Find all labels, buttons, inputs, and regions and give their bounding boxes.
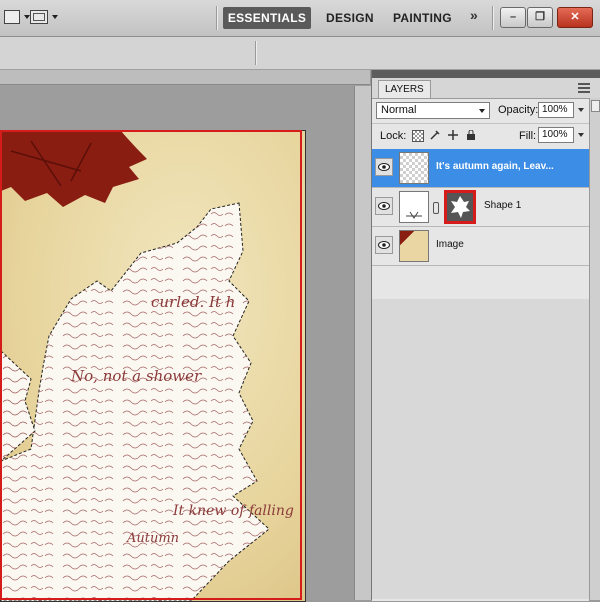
layer-row-image[interactable]: Image xyxy=(372,227,589,266)
panel-menu-icon[interactable] xyxy=(578,83,590,93)
tab-layers[interactable]: LAYERS xyxy=(378,80,431,99)
options-bar xyxy=(0,37,600,70)
lock-all-icon[interactable] xyxy=(466,129,476,140)
layer-thumbnail xyxy=(399,191,429,223)
divider xyxy=(216,6,217,30)
divider xyxy=(492,6,493,30)
chevron-down-icon xyxy=(479,109,485,113)
divider xyxy=(255,41,256,65)
layers-list-empty-area xyxy=(372,299,589,599)
text-snippet: curled. It h xyxy=(151,293,235,311)
application-bar: ESSENTIALS DESIGN PAINTING » – ❐ ✕ xyxy=(0,0,600,37)
document-area[interactable]: curled. It h No, not a shower It knew of… xyxy=(0,70,371,602)
minimize-button[interactable]: – xyxy=(500,7,526,28)
opacity-label: Opacity: xyxy=(498,104,539,116)
vertical-scrollbar[interactable] xyxy=(354,86,371,600)
layer-name: Shape 1 xyxy=(484,200,522,211)
layers-panel-body: Normal Opacity: 100% Lock: Fill: 100% It… xyxy=(372,98,589,601)
layer-row-shape[interactable]: Shape 1 xyxy=(372,188,589,227)
lock-label: Lock: xyxy=(380,130,407,142)
text-snippet: It knew of falling xyxy=(172,503,294,519)
layers-panel: LAYERS Normal Opacity: 100% Lock: Fill: … xyxy=(371,70,600,601)
panel-scrollbar[interactable] xyxy=(589,98,600,600)
vector-mask-thumbnail[interactable] xyxy=(444,190,476,224)
visibility-eye-icon[interactable] xyxy=(375,236,393,254)
lock-image-icon[interactable] xyxy=(430,130,440,140)
view-extras-dropdown[interactable] xyxy=(4,8,30,26)
visibility-eye-icon[interactable] xyxy=(375,197,393,215)
fill-input[interactable]: 100% xyxy=(538,127,574,143)
opacity-dropdown-icon[interactable] xyxy=(578,108,584,112)
text-snippet: No, not a shower xyxy=(70,367,202,385)
document-tab-strip xyxy=(0,70,370,85)
opacity-input[interactable]: 100% xyxy=(538,102,574,118)
blend-mode-select[interactable]: Normal xyxy=(376,102,490,119)
layer-thumbnail xyxy=(399,230,429,262)
layer-name: It's autumn again, Leav... xyxy=(436,161,554,172)
lock-transparent-icon[interactable] xyxy=(412,130,424,142)
workspace-essentials-button[interactable]: ESSENTIALS xyxy=(223,7,311,29)
visibility-eye-icon[interactable] xyxy=(375,158,393,176)
link-icon[interactable] xyxy=(433,202,439,214)
view-extras-icon xyxy=(4,10,20,24)
workspace-painting-button[interactable]: PAINTING xyxy=(393,7,452,29)
screen-mode-dropdown[interactable] xyxy=(30,8,58,26)
screen-mode-icon xyxy=(30,10,48,24)
close-button[interactable]: ✕ xyxy=(557,7,593,28)
chevron-down-icon xyxy=(52,15,58,19)
fill-dropdown-icon[interactable] xyxy=(578,133,584,137)
restore-button[interactable]: ❐ xyxy=(527,7,553,28)
blend-mode-value: Normal xyxy=(381,104,417,116)
fill-label: Fill: xyxy=(519,130,537,142)
more-workspaces-button[interactable]: » xyxy=(470,7,478,23)
document-canvas[interactable]: curled. It h No, not a shower It knew of… xyxy=(0,130,306,602)
workspace-design-button[interactable]: DESIGN xyxy=(326,7,374,29)
layer-name: Image xyxy=(436,239,464,250)
lock-position-icon[interactable] xyxy=(448,130,458,140)
text-snippet: Autumn xyxy=(126,531,179,546)
panel-header-bar[interactable] xyxy=(372,70,600,78)
layer-thumbnail xyxy=(399,152,429,184)
layer-row-text[interactable]: It's autumn again, Leav... xyxy=(372,149,589,188)
canvas-artwork: curled. It h No, not a shower It knew of… xyxy=(1,131,305,601)
